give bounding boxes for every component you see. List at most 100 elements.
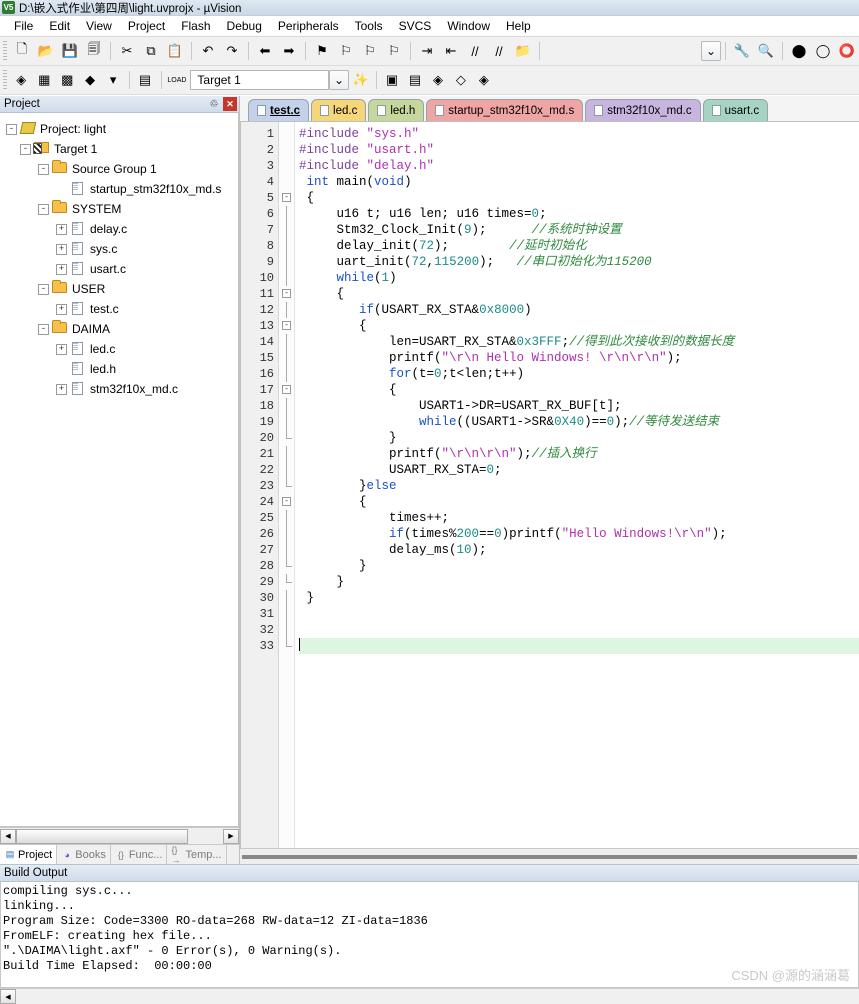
code-line[interactable]: if(times%200==0)printf("Hello Windows!\r… — [299, 526, 859, 542]
collapse-toggle-icon[interactable]: - — [38, 163, 49, 175]
fold-collapse-icon[interactable]: - — [282, 497, 291, 506]
editor-scroll-thumb[interactable] — [242, 854, 857, 859]
editor-tab-stm32f10x_md-c[interactable]: stm32f10x_md.c — [585, 99, 701, 121]
code-line[interactable]: #include "sys.h" — [299, 126, 859, 142]
save-all-icon[interactable]: 🗐 — [82, 39, 106, 63]
fold-marker[interactable]: - — [279, 494, 294, 510]
magic-wand-icon[interactable]: ✨ — [349, 68, 372, 92]
menu-item-help[interactable]: Help — [498, 17, 539, 35]
target-selector[interactable]: Target 1 — [190, 70, 330, 90]
project-tree-hscrollbar[interactable]: ◀ ▶ — [0, 827, 239, 844]
scroll-thumb[interactable] — [16, 828, 188, 844]
fold-marker[interactable]: - — [279, 382, 294, 398]
editor-tab-led-h[interactable]: led.h — [368, 99, 425, 121]
panel-tab-func[interactable]: {} Func... — [111, 845, 168, 864]
select-software-packs-icon[interactable]: ◈ — [472, 68, 495, 92]
options-target-icon[interactable]: 🔧 — [730, 39, 754, 63]
tree-node-test-c[interactable]: + test.c — [6, 299, 238, 319]
menu-item-tools[interactable]: Tools — [347, 17, 391, 35]
scroll-track[interactable] — [188, 828, 223, 844]
code-line[interactable]: { — [299, 286, 859, 302]
code-line[interactable]: USART1->DR=USART_RX_BUF[t]; — [299, 398, 859, 414]
code-line[interactable]: delay_init(72); //延时初始化 — [299, 238, 859, 254]
toolbar-grip[interactable] — [3, 70, 7, 90]
comment-icon[interactable]: // — [463, 39, 487, 63]
editor-tab-usart-c[interactable]: usart.c — [702, 99, 769, 121]
open-file-icon[interactable]: 📂 — [34, 39, 58, 63]
tree-node-target[interactable]: - Target 1 — [6, 139, 238, 159]
configure-target-dropdown-icon[interactable]: ⌄ — [701, 41, 721, 61]
code-line[interactable]: printf("\r\n Hello Windows! \r\n\r\n"); — [299, 350, 859, 366]
fold-marker[interactable]: - — [279, 318, 294, 334]
panel-tab-project[interactable]: ▤ Project — [0, 845, 58, 864]
collapse-toggle-icon[interactable]: - — [6, 123, 17, 135]
code-line[interactable]: { — [299, 494, 859, 510]
code-line[interactable]: while(1) — [299, 270, 859, 286]
build-scroll-left-arrow-icon[interactable]: ◀ — [0, 989, 16, 1004]
indent-icon[interactable]: ⇥ — [415, 39, 439, 63]
tree-node-daima[interactable]: - DAIMA — [6, 319, 238, 339]
code-line[interactable]: #include "delay.h" — [299, 158, 859, 174]
open-folder-icon[interactable]: 📁 — [511, 39, 535, 63]
tree-node-user[interactable]: - USER — [6, 279, 238, 299]
editor-tab-test-c[interactable]: test.c — [248, 99, 310, 121]
build-icon[interactable]: ▦ — [33, 68, 56, 92]
expand-toggle-icon[interactable]: + — [56, 263, 67, 275]
editor-tab-startup_stm32f10x_md-s[interactable]: startup_stm32f10x_md.s — [426, 99, 584, 121]
code-line[interactable]: #include "usart.h" — [299, 142, 859, 158]
code-folding-column[interactable]: - - - - - — [279, 122, 295, 848]
tree-node-led-c[interactable]: + led.c — [6, 339, 238, 359]
code-line[interactable]: Stm32_Clock_Init(9); //系统时钟设置 — [299, 222, 859, 238]
panel-tab-temp[interactable]: {}→ Temp... — [167, 845, 227, 865]
code-line[interactable]: u16 t; u16 len; u16 times=0; — [299, 206, 859, 222]
target-options-dropdown-icon[interactable]: ⌄ — [329, 70, 349, 90]
toolbar-grip[interactable] — [3, 41, 7, 61]
start-debug-icon[interactable]: ⬤ — [787, 39, 811, 63]
fold-collapse-icon[interactable]: - — [282, 289, 291, 298]
editor-tab-led-c[interactable]: led.c — [311, 99, 367, 121]
paste-icon[interactable]: 📋 — [163, 39, 187, 63]
translate-icon[interactable]: ◈ — [10, 68, 33, 92]
batch-build-icon[interactable]: ◆ — [79, 68, 102, 92]
code-line[interactable]: }else — [299, 478, 859, 494]
fold-collapse-icon[interactable]: - — [282, 193, 291, 202]
fold-marker[interactable]: - — [279, 190, 294, 206]
find-in-files-icon[interactable]: 🔍 — [754, 39, 778, 63]
collapse-toggle-icon[interactable]: - — [38, 283, 49, 295]
code-line[interactable]: if(USART_RX_STA&0x8000) — [299, 302, 859, 318]
collapse-toggle-icon[interactable]: - — [38, 203, 49, 215]
undo-icon[interactable]: ↶ — [196, 39, 220, 63]
menu-item-file[interactable]: File — [6, 17, 41, 35]
code-line[interactable]: uart_init(72,115200); //串口初始化为115200 — [299, 254, 859, 270]
code-line[interactable]: times++; — [299, 510, 859, 526]
code-line[interactable] — [299, 606, 859, 622]
fold-marker[interactable]: - — [279, 286, 294, 302]
copy-icon[interactable]: ⧉ — [139, 39, 163, 63]
tree-node-system[interactable]: - SYSTEM — [6, 199, 238, 219]
panel-tab-books[interactable]: ◕ Books — [57, 845, 111, 864]
save-icon[interactable]: 💾 — [58, 39, 82, 63]
build-output-text[interactable]: compiling sys.c... linking... Program Size… — [0, 882, 859, 988]
code-line[interactable]: printf("\r\n\r\n");//插入换行 — [299, 446, 859, 462]
manage-project-items-icon[interactable]: ▣ — [381, 68, 404, 92]
expand-toggle-icon[interactable]: + — [56, 303, 67, 315]
tree-node-stm32f10x-md-c[interactable]: + stm32f10x_md.c — [6, 379, 238, 399]
tree-node-project[interactable]: - Project: light — [6, 119, 238, 139]
prev-bookmark-icon[interactable]: ⚐ — [334, 39, 358, 63]
code-line[interactable]: { — [299, 190, 859, 206]
tree-node-usart-c[interactable]: + usart.c — [6, 259, 238, 279]
menu-item-debug[interactable]: Debug — [219, 17, 270, 35]
pin-icon[interactable]: ♲ — [207, 97, 221, 111]
navigate-back-icon[interactable]: ⬅ — [253, 39, 277, 63]
code-line[interactable]: { — [299, 382, 859, 398]
code-line[interactable]: } — [299, 430, 859, 446]
menu-item-view[interactable]: View — [78, 17, 120, 35]
tree-node-led-h[interactable]: led.h — [6, 359, 238, 379]
close-icon[interactable]: ✕ — [223, 97, 237, 111]
tree-node-sys-c[interactable]: + sys.c — [6, 239, 238, 259]
expand-toggle-icon[interactable]: + — [56, 343, 67, 355]
expand-toggle-icon[interactable]: + — [56, 383, 67, 395]
next-bookmark-icon[interactable]: ⚐ — [358, 39, 382, 63]
pack-installer-icon[interactable]: ◈ — [427, 68, 450, 92]
expand-toggle-icon[interactable]: + — [56, 243, 67, 255]
